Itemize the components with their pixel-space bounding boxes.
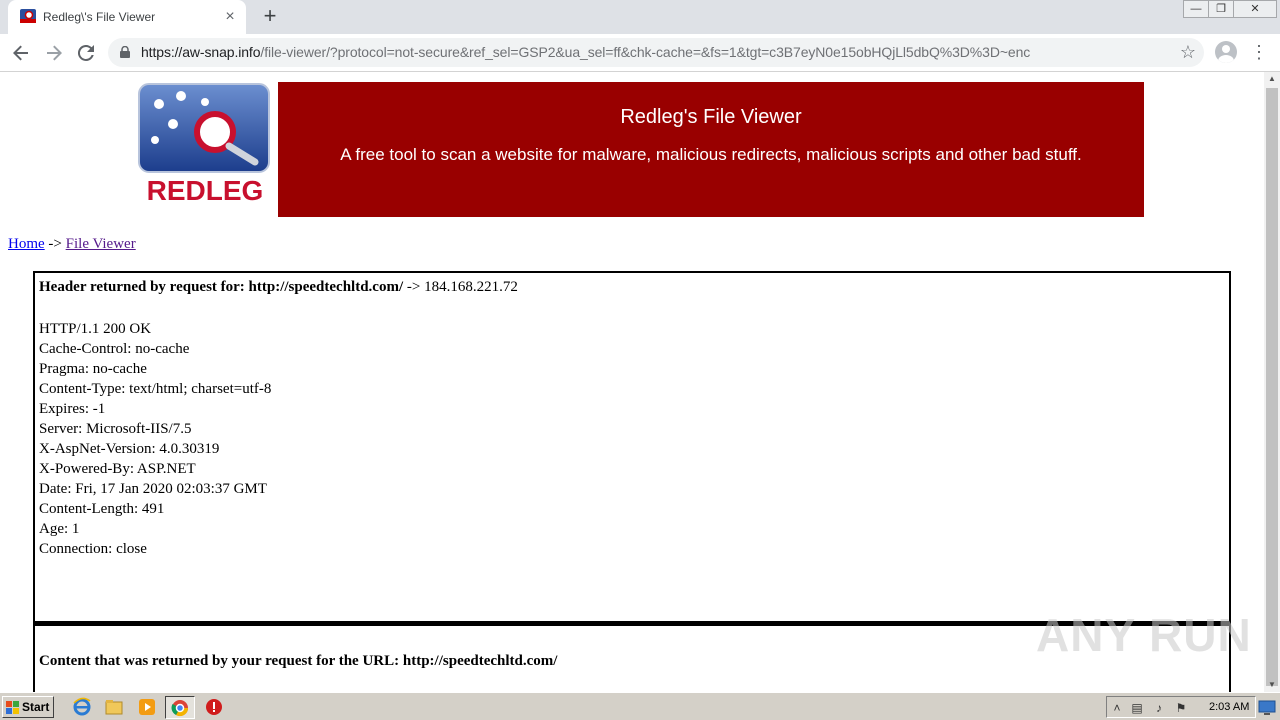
header-line: HTTP/1.1 200 OK: [39, 321, 152, 337]
windows-logo-icon: [6, 701, 19, 714]
lock-icon: [120, 46, 130, 58]
header-request-ip: -> 184.168.221.72: [406, 279, 518, 295]
anyrun-watermark: ANY RUN: [1036, 609, 1252, 661]
volume-icon[interactable]: ♪: [1151, 700, 1167, 716]
url-host: https://aw-snap.info: [141, 44, 261, 60]
site-banner: Redleg's File Viewer A free tool to scan…: [278, 82, 1144, 217]
show-desktop-icon[interactable]: [1258, 698, 1276, 716]
response-header-panel: Header returned by request for: http://s…: [33, 271, 1231, 623]
scroll-down-arrow-icon[interactable]: ▼: [1264, 678, 1280, 692]
header-line: X-Powered-By: ASP.NET: [39, 461, 196, 477]
header-line: Connection: close: [39, 541, 147, 557]
scroll-thumb[interactable]: [1266, 88, 1278, 686]
tab-title: Redleg\'s File Viewer: [43, 10, 156, 24]
close-window-button[interactable]: ✕: [1233, 0, 1277, 18]
tray-expand-icon[interactable]: ˄: [1109, 700, 1125, 716]
profile-icon[interactable]: [1215, 41, 1237, 63]
url-path: /file-viewer/?protocol=not-secure&ref_se…: [260, 44, 1031, 60]
scroll-up-arrow-icon[interactable]: ▲: [1264, 72, 1280, 86]
logo-wordmark: REDLEG: [147, 175, 264, 204]
network-icon[interactable]: ▤: [1129, 700, 1145, 716]
minimize-icon: —: [1190, 3, 1202, 15]
url-text: https://aw-snap.info/file-viewer/?protoc…: [141, 44, 1030, 60]
redleg-logo: REDLEG: [138, 83, 270, 204]
windows-taskbar: Start ˄ ▤ ♪ ⚑ 2:03 AM: [0, 692, 1280, 720]
new-tab-button[interactable]: +: [258, 5, 282, 29]
header-request-line: Header returned by request for: http://s…: [39, 279, 518, 296]
file-explorer-icon[interactable]: [104, 697, 124, 717]
content-heading: Content that was returned by your reques…: [39, 653, 558, 669]
back-arrow-icon[interactable]: [9, 41, 33, 65]
header-line: Cache-Control: no-cache: [39, 341, 190, 357]
header-request-label: Header returned by request for: http://s…: [39, 279, 404, 295]
redleg-favicon-icon: [20, 9, 36, 23]
header-line: Server: Microsoft-IIS/7.5: [39, 421, 192, 437]
header-line: Age: 1: [39, 521, 80, 537]
browser-tab[interactable]: Redleg\'s File Viewer ×: [8, 0, 246, 34]
header-line: Content-Length: 491: [39, 501, 165, 517]
header-line: Pragma: no-cache: [39, 361, 147, 377]
restore-button[interactable]: ❐: [1208, 0, 1234, 18]
stop-icon[interactable]: [204, 697, 224, 717]
breadcrumb-separator: ->: [48, 236, 62, 252]
start-button[interactable]: Start: [2, 696, 54, 718]
breadcrumb: Home -> File Viewer: [8, 236, 136, 253]
minimize-button[interactable]: —: [1183, 0, 1209, 18]
header-line: X-AspNet-Version: 4.0.30319: [39, 441, 220, 457]
action-center-flag-icon[interactable]: ⚑: [1173, 700, 1189, 716]
chrome-icon: [171, 700, 189, 717]
close-icon: ✕: [1250, 3, 1260, 15]
reload-icon[interactable]: [74, 41, 98, 65]
restore-icon: ❐: [1216, 3, 1226, 15]
browser-toolbar: https://aw-snap.info/file-viewer/?protoc…: [0, 34, 1280, 72]
start-label: Start: [22, 700, 50, 714]
tab-strip: Redleg\'s File Viewer × + — ❐ ✕: [0, 0, 1280, 34]
star-icon[interactable]: ☆: [1180, 42, 1196, 63]
page-scrollbar[interactable]: ▲ ▼: [1264, 72, 1280, 692]
header-lines-list: HTTP/1.1 200 OK Cache-Control: no-cache …: [39, 319, 271, 559]
tab-close-icon[interactable]: ×: [222, 9, 238, 25]
chrome-taskbar-button[interactable]: [165, 696, 195, 719]
page-viewport: REDLEG Redleg's File Viewer A free tool …: [0, 72, 1264, 692]
breadcrumb-file-viewer-link[interactable]: File Viewer: [66, 236, 136, 252]
breadcrumb-home-link[interactable]: Home: [8, 236, 45, 252]
header-line: Content-Type: text/html; charset=utf-8: [39, 381, 272, 397]
system-tray: ˄ ▤ ♪ ⚑ 2:03 AM: [1106, 696, 1256, 718]
banner-subtitle: A free tool to scan a website for malwar…: [340, 145, 1082, 164]
media-player-icon[interactable]: [137, 697, 157, 717]
menu-icon[interactable]: ⋮: [1250, 42, 1268, 64]
header-line: Expires: -1: [39, 401, 106, 417]
address-bar[interactable]: https://aw-snap.info/file-viewer/?protoc…: [108, 38, 1204, 67]
clock[interactable]: 2:03 AM: [1209, 701, 1249, 713]
header-line: Date: Fri, 17 Jan 2020 02:03:37 GMT: [39, 481, 267, 497]
forward-arrow-icon[interactable]: [42, 41, 66, 65]
internet-explorer-icon[interactable]: [72, 697, 92, 717]
banner-title: Redleg's File Viewer: [620, 106, 802, 128]
